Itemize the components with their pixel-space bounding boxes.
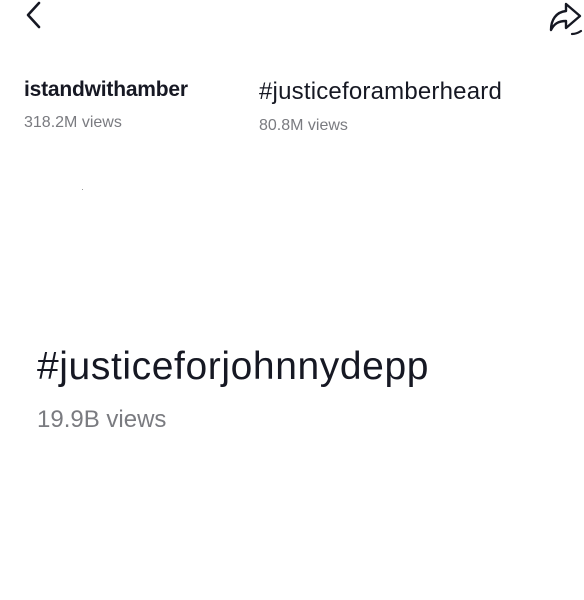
hashtag-title: #justiceforjohnnydepp <box>37 345 430 388</box>
hashtag-views: 80.8M views <box>259 117 348 134</box>
back-button[interactable] <box>20 0 50 32</box>
hashtag-views: 19.9B views <box>37 406 167 433</box>
share-arrow-icon <box>549 2 583 36</box>
decorative-dot <box>82 189 83 190</box>
share-button[interactable] <box>544 0 584 40</box>
hashtag-title: #justiceforamberheard <box>259 78 502 105</box>
hashtag-views: 318.2M views <box>24 114 122 131</box>
hashtag-title: istandwithamber <box>24 78 188 101</box>
hashtag-card[interactable]: istandwithamber 318.2M views <box>24 78 234 144</box>
hashtag-card[interactable]: #justiceforjohnnydepp 19.9B views <box>37 345 497 455</box>
hashtag-card[interactable]: #justiceforamberheard 80.8M views <box>259 78 559 144</box>
chevron-left-icon <box>26 1 41 29</box>
